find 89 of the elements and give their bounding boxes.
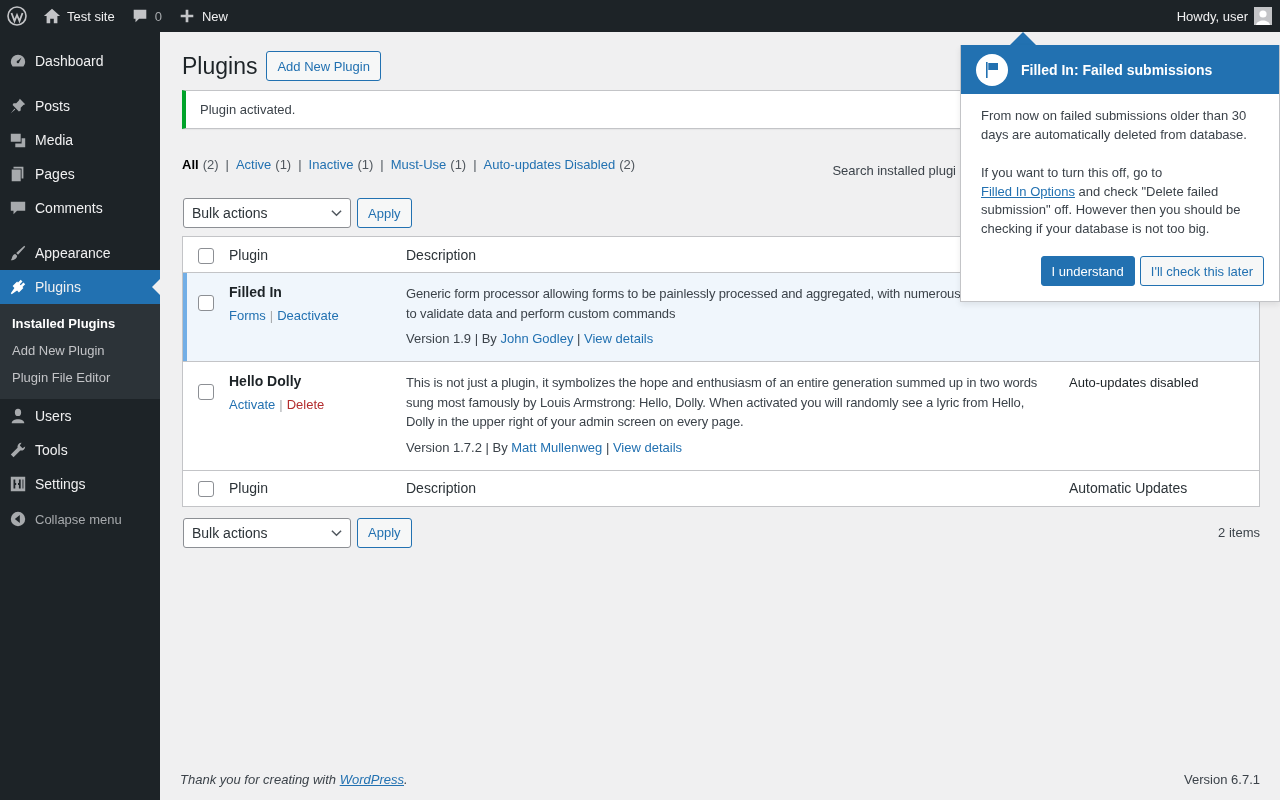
popup-title: Filled In: Failed submissions bbox=[1021, 61, 1213, 78]
filter-count: (1) bbox=[275, 157, 292, 172]
chevron-down-icon bbox=[331, 528, 342, 537]
popup-button[interactable]: I understand bbox=[1040, 256, 1135, 287]
checkbox[interactable] bbox=[198, 384, 214, 400]
popup-button[interactable]: I'll check this later bbox=[1139, 256, 1264, 287]
column-header: Description bbox=[406, 246, 477, 263]
logo-icon[interactable] bbox=[7, 6, 27, 26]
comment-count: 0 bbox=[154, 8, 162, 24]
filter-link[interactable]: Auto-updates Disabled bbox=[483, 157, 616, 172]
checkbox[interactable] bbox=[198, 481, 214, 497]
menu-item[interactable]: Appearance bbox=[0, 236, 160, 270]
separator-text: | bbox=[225, 157, 229, 172]
plug-icon bbox=[9, 278, 27, 296]
filter-link[interactable]: Active bbox=[235, 157, 272, 172]
action-link[interactable]: Delete bbox=[286, 397, 325, 412]
filter-link[interactable]: Must-Use bbox=[390, 157, 447, 172]
column-header: Description bbox=[406, 480, 477, 496]
chevron-down-icon bbox=[331, 209, 342, 217]
pushpin-icon bbox=[9, 97, 27, 115]
plugin-name: Hello Dolly bbox=[229, 373, 303, 389]
version-text: Version 6.7.1 bbox=[1184, 772, 1260, 787]
separator-text: | bbox=[380, 157, 384, 172]
column-header: Plugin bbox=[229, 246, 268, 263]
column-header: Plugin bbox=[229, 480, 268, 496]
filter-count: (1) bbox=[357, 157, 374, 172]
filter-count: (2) bbox=[619, 157, 635, 172]
filter-link[interactable]: Inactive bbox=[308, 157, 354, 172]
submenu-item[interactable]: Plugin File Editor bbox=[0, 364, 160, 391]
checkbox[interactable] bbox=[198, 247, 214, 264]
person-icon bbox=[9, 407, 27, 425]
menu-item[interactable]: Pages bbox=[0, 157, 160, 191]
page-title: Plugins bbox=[182, 52, 258, 80]
options-link[interactable]: Filled In Options bbox=[981, 183, 1075, 199]
submenu-item[interactable]: Installed Plugins bbox=[0, 310, 160, 337]
separator-text: | bbox=[279, 397, 283, 412]
view-details-link[interactable]: View details bbox=[584, 331, 654, 346]
action-link[interactable]: Activate bbox=[229, 397, 276, 412]
apply-button[interactable]: Apply bbox=[357, 517, 412, 548]
photo-icon bbox=[9, 131, 27, 149]
menu-item[interactable]: Plugins bbox=[0, 270, 160, 304]
action-link[interactable]: Deactivate bbox=[277, 308, 339, 323]
submenu-item[interactable]: Add New Plugin bbox=[0, 337, 160, 364]
collapse-menu-button[interactable]: Collapse menu bbox=[35, 511, 122, 527]
items-count: 2 items bbox=[1218, 525, 1260, 540]
view-details-link[interactable]: View details bbox=[612, 439, 683, 455]
menu-item[interactable]: Media bbox=[0, 123, 160, 157]
plugin-description: This is not just a plugin, it symbolizes the hope and enthusiasm of an entire generation summed up in two words sung most famously by Louis Armstrong: Hello, Dolly. When activated you will randomly see a lyric from Hello, Dolly in the upper right of your admin screen on every page. bbox=[406, 374, 1039, 431]
menu-item[interactable]: Users bbox=[0, 399, 160, 433]
author-link[interactable]: Matt Mullenweg bbox=[511, 439, 603, 455]
add-new-plugin-button[interactable]: Add New Plugin bbox=[266, 51, 381, 81]
checkbox[interactable] bbox=[198, 295, 214, 311]
menu-item[interactable]: Comments bbox=[0, 191, 160, 225]
separator-text: | bbox=[298, 157, 302, 172]
version-line: Version 1.9 | By John Godley | View details bbox=[406, 331, 655, 346]
bulk-actions-select[interactable]: Bulk actions bbox=[183, 517, 351, 548]
action-link[interactable]: Forms bbox=[229, 308, 266, 323]
auto-updates-status: Auto-updates disabled bbox=[1069, 375, 1199, 390]
filter-count: (2) bbox=[202, 157, 219, 172]
menu-item[interactable]: Posts bbox=[0, 89, 160, 123]
home-icon[interactable] bbox=[43, 7, 61, 25]
menu-item[interactable]: Tools bbox=[0, 433, 160, 467]
greeting-link[interactable]: Howdy, user bbox=[1176, 8, 1248, 24]
bulk-actions-select[interactable]: Bulk actions bbox=[183, 198, 351, 228]
popup-text: From now on failed submissions older than 30 days are automatically deleted from database. bbox=[981, 107, 1248, 144]
menu-item[interactable]: Dashboard bbox=[0, 44, 160, 78]
separator-text: | bbox=[473, 157, 477, 172]
author-link[interactable]: John Godley bbox=[500, 331, 574, 346]
wrench-icon bbox=[9, 441, 27, 459]
flag-icon bbox=[976, 53, 1008, 86]
wordpress-link[interactable]: WordPress bbox=[339, 772, 404, 787]
menu-item[interactable]: Settings bbox=[0, 467, 160, 501]
brush-icon bbox=[9, 244, 27, 262]
notice-text: Plugin activated. bbox=[200, 102, 296, 117]
search-label: Search installed plugi bbox=[832, 163, 956, 178]
separator-text: | bbox=[269, 308, 274, 323]
footer-thanks: Thank you for creating with WordPress. bbox=[180, 772, 408, 787]
popup-text: If you want to turn this off, go to Filled In Options and check "Delete failed submission" off. However then you should be checking if your database is not too big. bbox=[981, 163, 1242, 239]
column-header: Automatic Updates bbox=[1069, 480, 1188, 496]
site-name-link[interactable]: Test site bbox=[67, 8, 115, 24]
plugin-description: Generic form processor allowing forms to be painlessly processed and aggregated, with numerous to validate data and perform custom commands bbox=[406, 285, 962, 323]
apply-button[interactable]: Apply bbox=[357, 198, 412, 228]
plugin-name: Filled In bbox=[229, 284, 283, 300]
new-link[interactable]: New bbox=[201, 8, 228, 24]
arrow-circle-icon[interactable] bbox=[9, 510, 27, 528]
version-line: Version 1.7.2 | By Matt Mullenweg | View details bbox=[406, 439, 684, 455]
sliders-icon bbox=[9, 475, 27, 493]
filter-link[interactable]: All bbox=[182, 157, 199, 172]
filter-count: (1) bbox=[450, 157, 467, 172]
